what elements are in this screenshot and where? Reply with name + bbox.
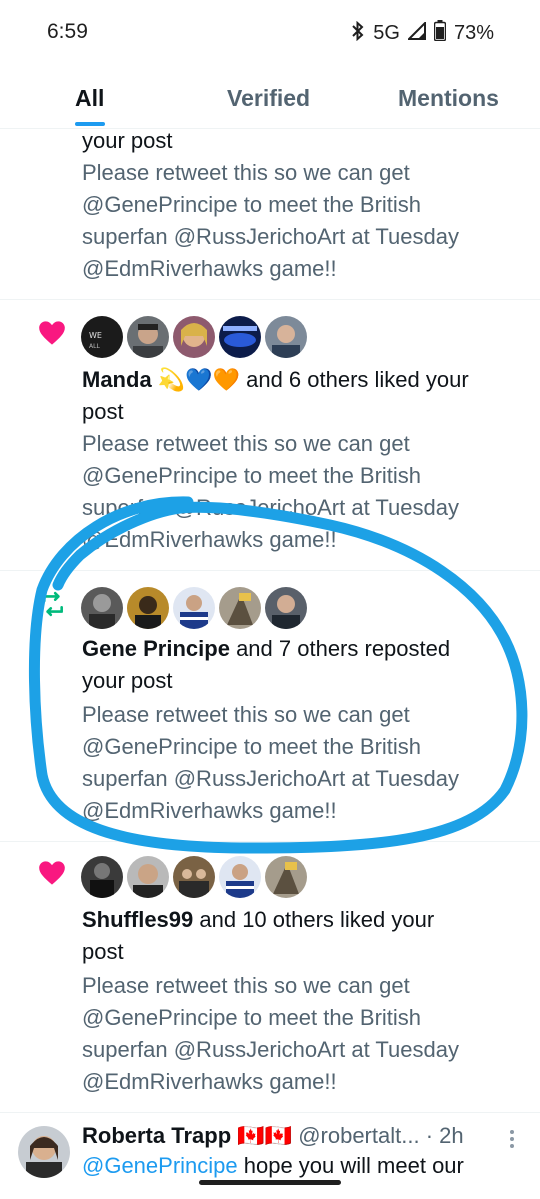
tweet-item[interactable]: Roberta Trapp 🇨🇦🇨🇦 @robertalt... · 2h @G… [0,1112,540,1199]
tab-all[interactable]: All [75,85,104,112]
avatar[interactable] [265,316,307,358]
heart-icon [38,860,66,891]
status-time: 6:59 [47,20,88,43]
avatar[interactable] [127,856,169,898]
post-preview-line: @EdmRiverhawks game!! [82,527,337,552]
avatar[interactable] [173,316,215,358]
notification-header: your post [82,128,173,153]
post-preview-line: Please retweet this so we can get [82,702,410,727]
actor-name[interactable]: Manda [82,367,152,392]
post-preview-line: Please retweet this so we can get [82,160,410,185]
author-name[interactable]: Roberta Trapp [82,1123,231,1148]
battery-icon [433,20,447,47]
repost-icon [40,591,66,622]
post-preview-line: @EdmRiverhawks game!! [82,1069,337,1094]
post-preview-line: @GenePrincipe to meet the British [82,1005,422,1030]
post-preview-line: Please retweet this so we can get [82,431,410,456]
post-preview-line: superfan @RussJerichoArt at Tuesday [82,495,459,520]
tweet-text: @GenePrincipe hope you will meet our [82,1153,464,1178]
avatar[interactable] [81,856,123,898]
battery-level: 73% [453,22,494,44]
avatar[interactable] [81,587,123,629]
tweet-time: · 2h [425,1123,464,1148]
post-preview-line: @GenePrincipe to meet the British [82,734,422,759]
notification-header: Shuffles99 and 10 others liked your [82,907,435,932]
avatar[interactable] [219,856,261,898]
author-flags: 🇨🇦🇨🇦 [237,1123,293,1148]
more-options-icon[interactable] [508,1128,516,1155]
status-bar: 6:59 5G 73% [0,0,540,68]
avatar[interactable] [18,1126,70,1178]
wifi-signal-icon [406,20,426,46]
reposter-avatars [81,587,307,629]
post-preview-line: superfan @RussJerichoArt at Tuesday [82,224,459,249]
tab-mentions[interactable]: Mentions [398,85,499,112]
post-preview-line: superfan @RussJerichoArt at Tuesday [82,1037,459,1062]
notification-item[interactable]: your post Please retweet this so we can … [0,128,540,300]
notification-header: Gene Principe and 7 others reposted [82,636,451,661]
author-handle[interactable]: @robertalt... [298,1123,419,1148]
actor-emoji: 💫💙🧡 [157,367,240,392]
notification-header-cont: your post [82,668,173,693]
avatar[interactable] [219,316,261,358]
tweet-header: Roberta Trapp 🇨🇦🇨🇦 @robertalt... · 2h [82,1122,464,1150]
home-indicator[interactable] [199,1180,341,1185]
avatar[interactable] [127,316,169,358]
status-icons: 5G 73% [351,20,494,47]
avatar[interactable] [173,587,215,629]
post-preview-line: superfan @RussJerichoArt at Tuesday [82,766,459,791]
liker-avatars: WE ALL [81,316,307,358]
avatar[interactable]: WE ALL [81,316,123,358]
avatar[interactable] [265,856,307,898]
actor-name[interactable]: Gene Principe [82,636,230,661]
mention-link[interactable]: @GenePrincipe [82,1153,238,1178]
post-preview-line: @EdmRiverhawks game!! [82,798,337,823]
svg-text:ALL: ALL [89,343,100,350]
liker-avatars [81,856,307,898]
notification-header-cont: post [82,939,124,964]
post-preview-line: @GenePrincipe to meet the British [82,463,422,488]
notification-item[interactable]: Gene Principe and 7 others reposted your… [0,571,540,842]
notification-header: Manda 💫💙🧡 and 6 others liked your [82,367,469,392]
bluetooth-icon [351,20,365,47]
notification-item[interactable]: Shuffles99 and 10 others liked your post… [0,842,540,1113]
actor-name[interactable]: Shuffles99 [82,907,193,932]
notification-header-cont: post [82,399,124,424]
heart-icon [38,320,66,351]
tab-verified[interactable]: Verified [227,85,310,112]
avatar[interactable] [219,587,261,629]
post-preview-line: @EdmRiverhawks game!! [82,256,337,281]
avatar[interactable] [127,587,169,629]
svg-text:WE: WE [89,331,102,340]
avatar[interactable] [173,856,215,898]
post-preview-line: Please retweet this so we can get [82,973,410,998]
notification-item[interactable]: WE ALL Manda 💫💙🧡 and 6 others liked your … [0,300,540,571]
notification-tabs: All Verified Mentions [0,68,540,129]
post-preview-line: @GenePrincipe to meet the British [82,192,422,217]
network-label: 5G [373,22,400,44]
avatar[interactable] [265,587,307,629]
